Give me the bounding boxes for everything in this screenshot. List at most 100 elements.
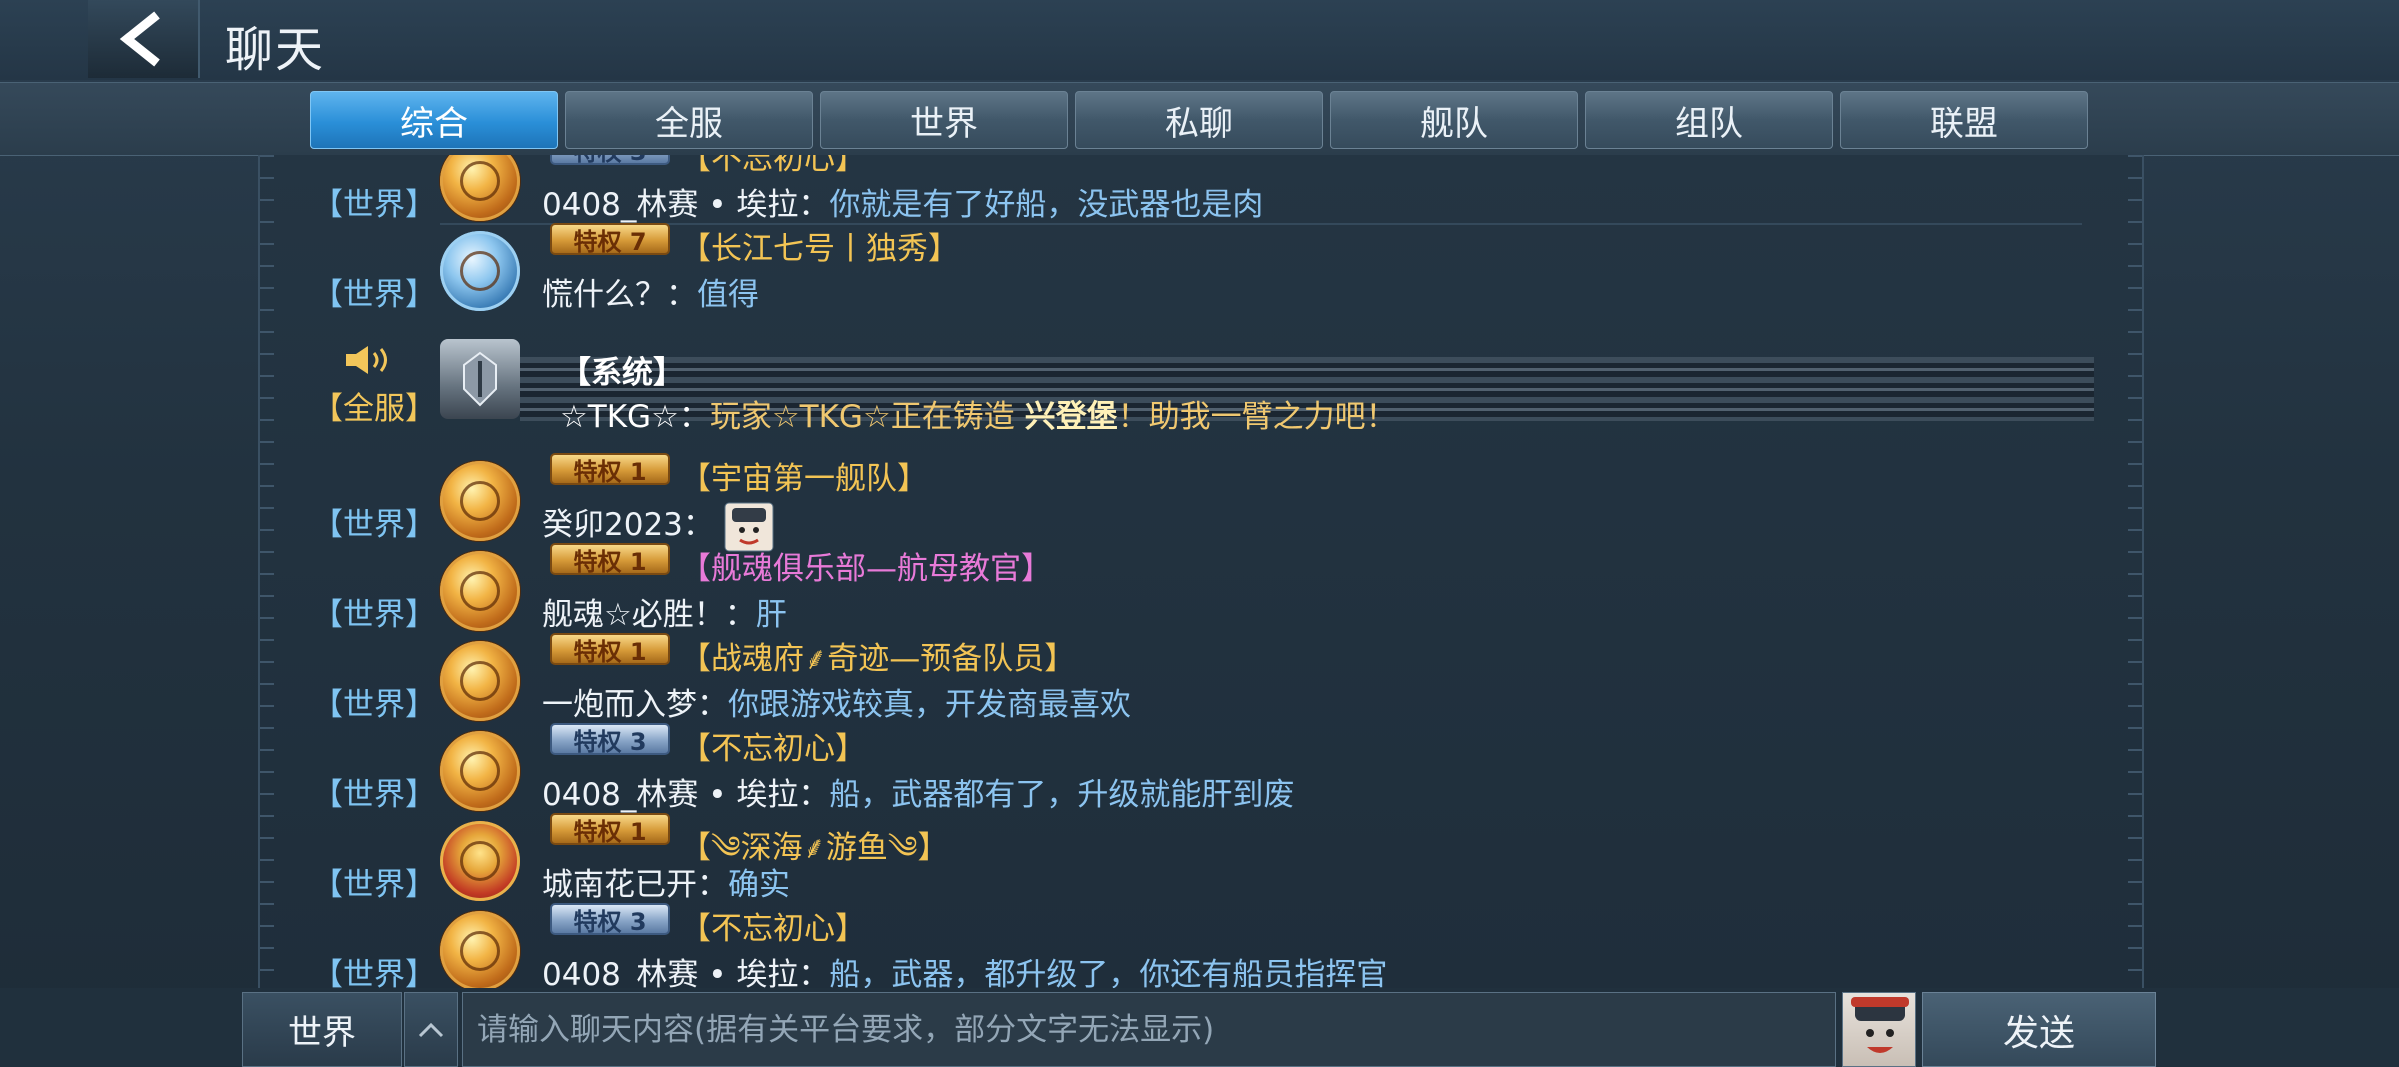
tab-general[interactable]: 综合 [310, 91, 558, 149]
message-text: 肝 [755, 597, 787, 633]
chevron-up-icon [418, 1022, 444, 1037]
system-avatar [440, 339, 520, 419]
channel-tabs: 综合 全服 世界 私聊 舰队 组队 联盟 [0, 82, 2399, 156]
emblem-icon [460, 251, 500, 291]
channel-tag: 【世界】 [312, 777, 436, 813]
chat-message: 【世界】 特权 1 【舰魂俱乐部—航母教官】 舰魂☆必胜！：肝 [260, 543, 2142, 635]
chat-message: 【世界】 特权 1 【宇宙第一舰队】 癸卯2023： [260, 453, 2142, 551]
player-avatar[interactable] [440, 551, 520, 631]
sender-name[interactable]: 慌什么？： [542, 277, 697, 313]
chat-message-list[interactable]: 【世界】 特权 3 【不忘初心】 0408_林赛 • 埃拉：你就是有了好船，没武… [258, 155, 2144, 988]
channel-dropdown-button[interactable] [404, 992, 458, 1067]
player-avatar[interactable] [440, 821, 520, 901]
player-avatar[interactable] [440, 461, 520, 541]
tab-alliance[interactable]: 联盟 [1840, 91, 2088, 149]
vip-badge: 特权 1 [550, 453, 670, 486]
message-line: 城南花已开：确实 [542, 859, 790, 904]
vip-badge: 特权 3 [550, 903, 670, 936]
chat-message: 【世界】 特权 1 【战魂府⸙奇迹—预备队员】 一炮而入梦：你跟游戏较真，开发商… [260, 633, 2142, 725]
message-text: 值得 [697, 277, 759, 313]
channel-tag: 【世界】 [312, 687, 436, 723]
guild-tag: 【长江七号丨独秀】 [680, 231, 959, 267]
tab-team[interactable]: 组队 [1585, 91, 1833, 149]
system-message: 【全服】 【系统】 ☆TKG☆：玩家☆TKG☆正在铸造 兴登堡！助我一臂之力吧！ [260, 335, 2142, 435]
channel-select[interactable]: 世界 [242, 992, 402, 1067]
sender-name[interactable]: 城南花已开： [542, 867, 728, 903]
chat-input[interactable] [462, 992, 1836, 1067]
guild-tag: 【战魂府⸙奇迹—预备队员】 [680, 641, 1076, 677]
message-text: 船，武器都有了，升级就能肝到废 [829, 777, 1295, 813]
chat-message: 【世界】 特权 1 【༄深海⸙游鱼༄】 城南花已开：确实 [260, 813, 2142, 905]
guild-tag: 【不忘初心】 [680, 911, 866, 947]
chat-message: 【世界】 特权 3 【不忘初心】 0408_林赛 • 埃拉：船，武器，都升级了，… [260, 903, 2142, 988]
guild-tag: 【不忘初心】 [680, 155, 866, 177]
ship-name: 兴登堡 [1024, 399, 1118, 435]
channel-tag: 【世界】 [312, 187, 436, 223]
vip-badge: 特权 3 [550, 723, 670, 756]
emblem-icon [460, 751, 500, 791]
vip-badge: 特权 3 [550, 155, 670, 166]
message-text: 确实 [728, 867, 790, 903]
sender-name[interactable]: 舰魂☆必胜！： [542, 597, 756, 633]
channel-tag: 【世界】 [312, 507, 436, 543]
emblem-icon [460, 841, 500, 881]
guild-tag: 【宇宙第一舰队】 [680, 461, 928, 497]
message-line: 0408_林赛 • 埃拉：船，武器，都升级了，你还有船员指挥官 [542, 949, 1387, 988]
tab-private[interactable]: 私聊 [1075, 91, 1323, 149]
chevron-left-icon [119, 11, 160, 67]
chat-message: 【世界】 特权 3 【不忘初心】 0408_林赛 • 埃拉：船，武器都有了，升级… [260, 723, 2142, 815]
message-text-tail: ！助我一臂之力吧！ [1117, 399, 1397, 435]
player-avatar[interactable] [440, 911, 520, 988]
channel-tag: 【全服】 [312, 391, 436, 427]
tab-server[interactable]: 全服 [565, 91, 813, 149]
sender-name[interactable]: 0408_林赛 • 埃拉： [542, 777, 829, 813]
page-title: 聊天 [225, 22, 326, 78]
sender-name: ☆TKG☆： [560, 399, 710, 435]
message-text: 你跟游戏较真，开发商最喜欢 [728, 687, 1131, 723]
message-line: 一炮而入梦：你跟游戏较真，开发商最喜欢 [542, 679, 1131, 724]
back-button[interactable] [88, 0, 200, 78]
channel-tag: 【世界】 [312, 277, 436, 313]
vip-badge: 特权 1 [550, 813, 670, 846]
tab-world[interactable]: 世界 [820, 91, 1068, 149]
guild-tag: 【不忘初心】 [680, 731, 866, 767]
emblem-icon [460, 931, 500, 971]
channel-tag: 【世界】 [312, 867, 436, 903]
guild-tag: 【舰魂俱乐部—航母教官】 [680, 551, 1052, 587]
emoji-icon [1851, 997, 1909, 1053]
message-line: 慌什么？：值得 [542, 269, 759, 314]
message-line: 0408_林赛 • 埃拉：你就是有了好船，没武器也是肉 [542, 179, 1263, 224]
player-avatar[interactable] [440, 641, 520, 721]
chat-message: 【世界】 特权 3 【不忘初心】 0408_林赛 • 埃拉：你就是有了好船，没武… [260, 155, 2142, 225]
emblem-icon [460, 161, 500, 201]
message-line: 舰魂☆必胜！：肝 [542, 589, 787, 634]
sender-name[interactable]: 一炮而入梦： [542, 687, 728, 723]
channel-tag: 【世界】 [312, 957, 436, 988]
message-line: 0408_林赛 • 埃拉：船，武器都有了，升级就能肝到废 [542, 769, 1294, 814]
tab-fleet[interactable]: 舰队 [1330, 91, 1578, 149]
message-text: 船，武器，都升级了，你还有船员指挥官 [829, 957, 1388, 988]
vip-badge: 特权 7 [550, 223, 670, 256]
system-line: ☆TKG☆：玩家☆TKG☆正在铸造 兴登堡！助我一臂之力吧！ [560, 391, 1397, 436]
speaker-icon [346, 346, 387, 374]
sender-name[interactable]: 癸卯2023： [542, 507, 714, 543]
sender-name[interactable]: 0408_林赛 • 埃拉： [542, 957, 829, 988]
vip-badge: 特权 1 [550, 633, 670, 666]
player-avatar[interactable] [440, 731, 520, 811]
channel-tag: 【世界】 [312, 597, 436, 633]
top-bar: 聊天 [0, 0, 2399, 80]
anchor-icon [463, 351, 497, 407]
sender-name[interactable]: 0408_林赛 • 埃拉： [542, 187, 829, 223]
emoji-button[interactable] [1842, 992, 1916, 1067]
send-button[interactable]: 发送 [1922, 992, 2156, 1067]
message-text: 玩家☆TKG☆正在铸造 [709, 399, 1015, 435]
emblem-icon [460, 571, 500, 611]
emblem-icon [460, 481, 500, 521]
emblem-icon [460, 661, 500, 701]
player-avatar[interactable] [440, 155, 520, 221]
vip-badge: 特权 1 [550, 543, 670, 576]
chat-input-bar: 世界 发送 [0, 988, 2399, 1067]
player-avatar[interactable] [440, 231, 520, 311]
message-text: 你就是有了好船，没武器也是肉 [829, 187, 1264, 223]
system-label: 【系统】 [560, 355, 684, 391]
